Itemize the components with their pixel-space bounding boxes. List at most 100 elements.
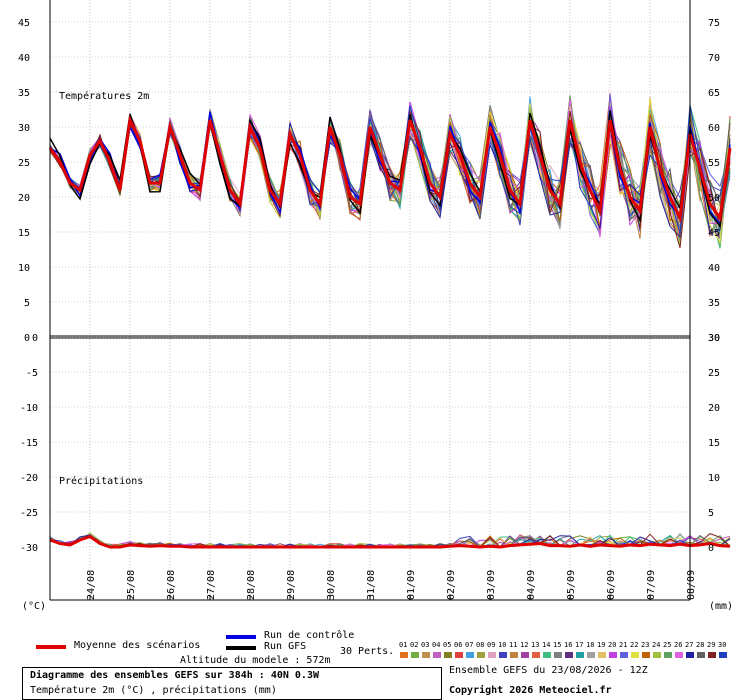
pert-number: 04 — [432, 641, 441, 649]
pert-swatch — [719, 652, 727, 658]
x-tick-label: 04/09 — [526, 570, 537, 600]
temp-right-tick: 60 — [708, 123, 720, 134]
pert-number: 19 — [597, 641, 606, 649]
pert-swatch — [609, 652, 617, 658]
pert-number: 27 — [685, 641, 694, 649]
x-tick-label: 30/08 — [326, 570, 337, 600]
perturbation-lines — [49, 92, 731, 548]
mean-legend-label: Moyenne des scénarios — [74, 640, 201, 651]
pert-number: 13 — [531, 641, 540, 649]
precip-right-tick: 30 — [708, 333, 720, 344]
pert-swatch — [466, 652, 474, 658]
pert-swatch — [675, 652, 683, 658]
pert-swatch — [499, 652, 507, 658]
run-info: Ensemble GEFS du 23/08/2026 - 12Z — [449, 665, 648, 676]
gfs-legend-label: Run GFS — [264, 641, 307, 652]
x-tick-label: 08/09 — [686, 570, 697, 600]
temp-left-tick: 45 — [18, 18, 30, 29]
copyright: Copyright 2026 Meteociel.fr — [449, 685, 612, 696]
temp-right-tick: 45 — [708, 228, 720, 239]
pert-number: 26 — [674, 641, 683, 649]
pert-swatch — [510, 652, 518, 658]
pert-number: 15 — [553, 641, 562, 649]
pert-swatch — [565, 652, 573, 658]
pert-number: 10 — [498, 641, 507, 649]
pert-swatch — [664, 652, 672, 658]
pert-number: 29 — [707, 641, 716, 649]
gfs-legend-swatch — [226, 646, 256, 650]
pert-number: 09 — [487, 641, 496, 649]
x-tick-label: 25/08 — [126, 570, 137, 600]
pert-swatch — [422, 652, 430, 658]
x-tick-label: 24/08 — [86, 570, 97, 600]
left-unit-label: (°C) — [22, 601, 46, 612]
footer: Moyenne des scénarios Run de contrôle Ru… — [0, 630, 740, 700]
pert-number: 24 — [652, 641, 661, 649]
pert-swatch — [444, 652, 452, 658]
temp-right-tick: 55 — [708, 158, 720, 169]
right-unit-label: (mm) — [709, 601, 733, 612]
precip-right-tick: 10 — [708, 473, 720, 484]
pert-number: 21 — [619, 641, 628, 649]
pert-swatch — [631, 652, 639, 658]
temp-left-tick: 30 — [18, 123, 30, 134]
pert-temp-line — [49, 96, 731, 236]
pert-swatch — [653, 652, 661, 658]
x-tick-label: 28/08 — [246, 570, 257, 600]
precip-left-tick: -25 — [20, 508, 38, 519]
pert-number: 01 — [399, 641, 408, 649]
pert-swatch — [521, 652, 529, 658]
temp-left-tick: 40 — [18, 53, 30, 64]
pert-swatch — [686, 652, 694, 658]
pert-swatch — [532, 652, 540, 658]
pert-number: 28 — [696, 641, 705, 649]
temp-left-tick: 0 — [24, 333, 30, 344]
control-legend-swatch — [226, 635, 256, 639]
pert-swatch — [576, 652, 584, 658]
precip-right-tick: 25 — [708, 368, 720, 379]
temp-right-tick: 65 — [708, 88, 720, 99]
pert-swatch — [543, 652, 551, 658]
pert-number: 06 — [454, 641, 463, 649]
precip-left-tick: -10 — [20, 403, 38, 414]
pert-swatch — [697, 652, 705, 658]
pert-number: 07 — [465, 641, 474, 649]
precip-left-tick: 0 — [32, 333, 38, 344]
x-tick-label: 06/09 — [606, 570, 617, 600]
precip-left-tick: -20 — [20, 473, 38, 484]
temp-right-tick: 75 — [708, 18, 720, 29]
precip-left-tick: -15 — [20, 438, 38, 449]
pert-number: 30 — [718, 641, 727, 649]
pert-number: 03 — [421, 641, 430, 649]
x-tick-label: 31/08 — [366, 570, 377, 600]
temp-right-tick: 50 — [708, 193, 720, 204]
precip-left-tick: -30 — [20, 543, 38, 554]
x-tick-label: 27/08 — [206, 570, 217, 600]
pert-number: 25 — [663, 641, 672, 649]
pert-number: 23 — [641, 641, 650, 649]
temp-left-tick: 15 — [18, 228, 30, 239]
pert-swatch — [708, 652, 716, 658]
pert-number: 08 — [476, 641, 485, 649]
temp-left-tick: 35 — [18, 88, 30, 99]
pert-number: 22 — [630, 641, 639, 649]
pert-swatch — [433, 652, 441, 658]
temp-left-tick: 25 — [18, 158, 30, 169]
diagram-subtitle: Température 2m (°C) , précipitations (mm… — [30, 685, 277, 696]
grid — [50, 0, 691, 598]
x-tick-label: 02/09 — [446, 570, 457, 600]
temp-right-tick: 70 — [708, 53, 720, 64]
precip-right-tick: 5 — [708, 508, 714, 519]
pert-number: 02 — [410, 641, 419, 649]
perts-legend-label: 30 Perts. — [340, 646, 395, 657]
pert-swatch — [488, 652, 496, 658]
ensemble-chart: 24/08 25/08 26/08 27/08 28/08 29/08 30/08 31/08… — [18, 0, 733, 612]
x-tick-label: 29/08 — [286, 570, 297, 600]
x-tick-label: 01/09 — [406, 570, 417, 600]
pert-swatch — [400, 652, 408, 658]
pert-number: 16 — [564, 641, 573, 649]
pert-swatch — [554, 652, 562, 658]
x-tick-label: 05/09 — [566, 570, 577, 600]
control-legend-label: Run de contrôle — [264, 630, 355, 641]
temp-right-tick: 35 — [708, 298, 720, 309]
